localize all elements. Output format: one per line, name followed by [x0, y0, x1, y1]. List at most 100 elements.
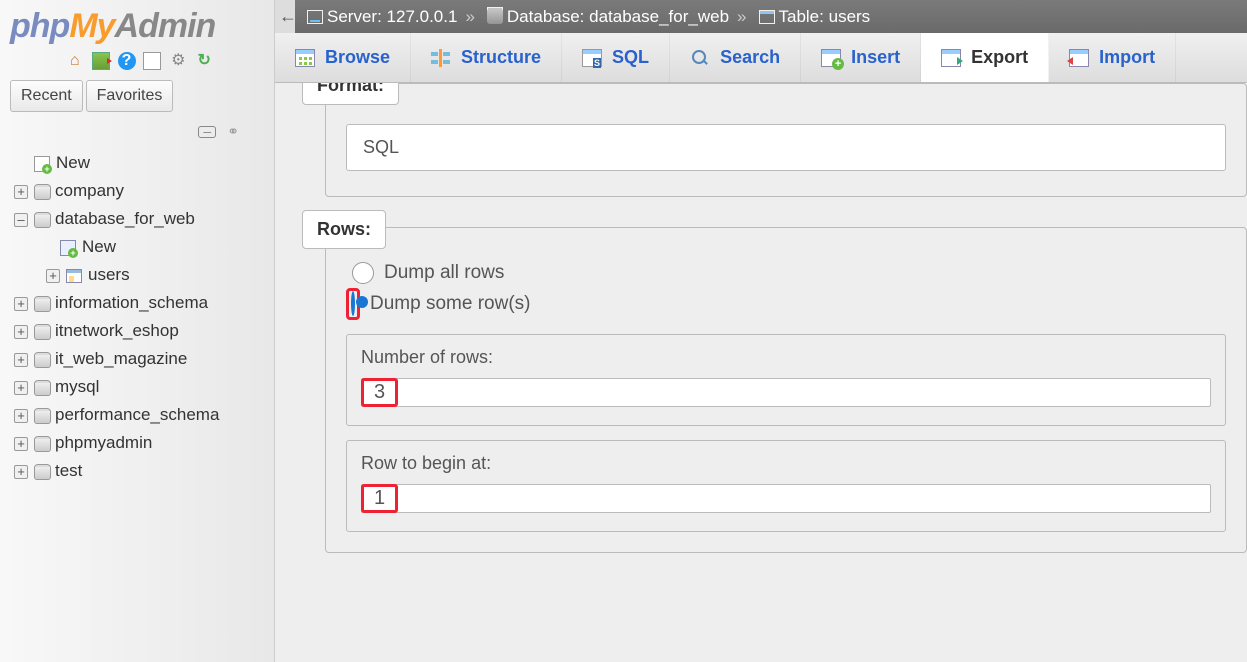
- dump-all-label: Dump all rows: [384, 262, 504, 284]
- database-icon: [34, 380, 49, 396]
- database-icon: [34, 324, 49, 340]
- favorites-tab[interactable]: Favorites: [86, 80, 174, 112]
- expand-icon[interactable]: +: [46, 269, 60, 283]
- row-to-begin-input[interactable]: 1: [361, 484, 1211, 513]
- table-tabs: Browse Structure SQL Search Insert Expor…: [275, 33, 1247, 83]
- sidebar-toolbar: ⌂ ? ⚙ ↻: [10, 52, 269, 70]
- refresh-icon[interactable]: ↻: [195, 52, 213, 70]
- dump-all-rows-option[interactable]: Dump all rows: [346, 262, 1226, 284]
- breadcrumb-separator: »: [737, 7, 746, 27]
- tree-db-itnetwork-eshop[interactable]: +itnetwork_eshop: [10, 317, 269, 345]
- logo-part-admin: Admin: [115, 7, 216, 45]
- docs-icon[interactable]: [143, 52, 161, 70]
- rows-legend: Rows:: [302, 210, 386, 249]
- help-icon[interactable]: ?: [118, 52, 136, 70]
- tree-db-information-schema[interactable]: +information_schema: [10, 289, 269, 317]
- radio-icon[interactable]: [352, 262, 374, 284]
- tree-table-users[interactable]: +users: [10, 261, 269, 289]
- tab-export[interactable]: Export: [921, 33, 1049, 82]
- tab-search[interactable]: Search: [670, 33, 801, 82]
- recent-favorites-tabs: Recent Favorites: [10, 80, 269, 112]
- expand-icon[interactable]: +: [14, 437, 28, 451]
- sql-icon: [582, 49, 602, 67]
- tab-browse[interactable]: Browse: [275, 33, 411, 82]
- expand-icon[interactable]: +: [14, 325, 28, 339]
- structure-icon: [431, 49, 451, 67]
- tree-db-phpmyadmin[interactable]: +phpmyadmin: [10, 429, 269, 457]
- home-icon[interactable]: ⌂: [66, 52, 84, 70]
- browse-icon: [295, 49, 315, 67]
- tab-import[interactable]: Import: [1049, 33, 1176, 82]
- database-tree: New +company –database_for_web New +user…: [10, 149, 269, 485]
- logout-icon[interactable]: [92, 52, 110, 70]
- radio-icon[interactable]: [351, 291, 355, 316]
- new-db-icon: [34, 156, 50, 172]
- sidebar: phpMyAdmin ⌂ ? ⚙ ↻ Recent Favorites – ⚭ …: [0, 0, 275, 662]
- main-panel: ← Server: 127.0.0.1 » Database: database…: [275, 0, 1247, 662]
- table-icon: [66, 269, 82, 283]
- database-icon: [34, 352, 49, 368]
- highlight-marker: 1: [361, 484, 398, 513]
- expand-icon[interactable]: +: [14, 297, 28, 311]
- tree-db-mysql[interactable]: +mysql: [10, 373, 269, 401]
- expand-icon[interactable]: +: [14, 465, 28, 479]
- database-icon: [34, 184, 49, 200]
- tab-insert[interactable]: Insert: [801, 33, 921, 82]
- database-icon: [34, 296, 49, 312]
- link-icon[interactable]: ⚭: [227, 123, 239, 139]
- database-icon: [34, 212, 49, 228]
- row-to-begin-group: Row to begin at: 1: [346, 440, 1226, 532]
- breadcrumb: ← Server: 127.0.0.1 » Database: database…: [275, 0, 1247, 33]
- number-of-rows-group: Number of rows: 3: [346, 334, 1226, 426]
- tree-db-test[interactable]: +test: [10, 457, 269, 485]
- dump-some-rows-option[interactable]: Dump some row(s): [346, 288, 1226, 320]
- rows-fieldset: Rows: Dump all rows Dump some row(s) Num…: [325, 227, 1247, 553]
- tree-db-company[interactable]: +company: [10, 177, 269, 205]
- dump-some-label: Dump some row(s): [370, 293, 530, 315]
- number-of-rows-input[interactable]: 3: [361, 378, 1211, 407]
- export-icon: [941, 49, 961, 67]
- insert-icon: [821, 49, 841, 67]
- recent-tab[interactable]: Recent: [10, 80, 83, 112]
- breadcrumb-server[interactable]: Server: 127.0.0.1: [327, 7, 457, 27]
- search-icon: [690, 49, 710, 67]
- database-icon: [34, 464, 49, 480]
- import-icon: [1069, 49, 1089, 67]
- breadcrumb-table[interactable]: Table: users: [779, 7, 871, 27]
- phpmyadmin-logo[interactable]: phpMyAdmin: [10, 7, 269, 46]
- number-of-rows-label: Number of rows:: [361, 347, 1211, 368]
- format-legend: Format:: [302, 83, 399, 105]
- tree-new-database[interactable]: New: [10, 149, 269, 177]
- format-fieldset: Format: SQL: [325, 83, 1247, 197]
- tab-structure[interactable]: Structure: [411, 33, 562, 82]
- collapse-all-icon[interactable]: –: [198, 126, 216, 138]
- row-to-begin-label: Row to begin at:: [361, 453, 1211, 474]
- format-select[interactable]: SQL: [346, 124, 1226, 171]
- export-form: Format: SQL Rows: Dump all rows Dump som…: [275, 83, 1247, 662]
- expand-icon[interactable]: +: [14, 353, 28, 367]
- tree-db-database-for-web[interactable]: –database_for_web: [10, 205, 269, 233]
- logo-part-my: My: [69, 7, 114, 45]
- database-icon: [487, 10, 503, 24]
- highlight-marker: 3: [361, 378, 398, 407]
- highlight-marker: [346, 288, 360, 320]
- expand-icon[interactable]: +: [14, 185, 28, 199]
- collapse-icon[interactable]: –: [14, 213, 28, 227]
- new-table-icon: [60, 240, 76, 256]
- tree-db-it-web-magazine[interactable]: +it_web_magazine: [10, 345, 269, 373]
- database-icon: [34, 408, 49, 424]
- tree-db-performance-schema[interactable]: +performance_schema: [10, 401, 269, 429]
- logo-part-php: php: [10, 7, 69, 45]
- tab-sql[interactable]: SQL: [562, 33, 670, 82]
- server-icon: [307, 10, 323, 24]
- settings-icon[interactable]: ⚙: [169, 52, 187, 70]
- table-icon: [759, 10, 775, 24]
- database-icon: [34, 436, 49, 452]
- breadcrumb-separator: »: [465, 7, 474, 27]
- tree-collapse-controls: – ⚭: [10, 120, 269, 141]
- back-arrow-icon[interactable]: ←: [275, 0, 295, 33]
- expand-icon[interactable]: +: [14, 409, 28, 423]
- tree-new-table[interactable]: New: [10, 233, 269, 261]
- breadcrumb-database[interactable]: Database: database_for_web: [507, 7, 729, 27]
- expand-icon[interactable]: +: [14, 381, 28, 395]
